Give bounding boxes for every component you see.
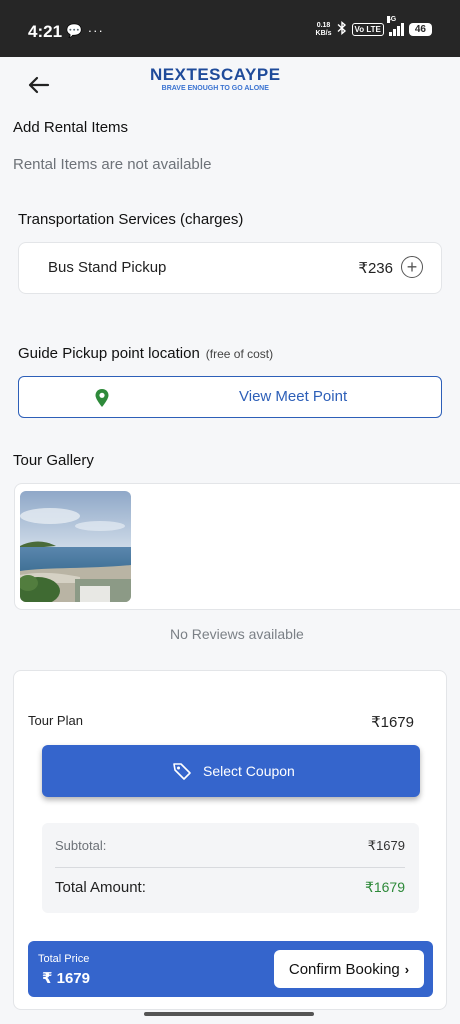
tag-icon xyxy=(173,763,191,780)
rental-empty-text: Rental Items are not available xyxy=(13,156,212,173)
transport-item-card: Bus Stand Pickup ₹236 + xyxy=(18,242,442,294)
transport-item-price: ₹236 xyxy=(358,260,393,277)
total-price-bar: Total Price ₹ 1679 Confirm Booking › xyxy=(28,941,433,997)
battery-icon: 46 xyxy=(408,23,432,36)
bluetooth-icon xyxy=(337,21,347,38)
transport-title: Transportation Services (charges) xyxy=(18,211,244,228)
tour-plan-price: ₹1679 xyxy=(371,714,414,731)
total-price-label: Total Price xyxy=(38,953,90,965)
status-right-group: 0.18 KB/s Vo LTE 4G 46 xyxy=(316,16,432,38)
total-amount-value: ₹1679 xyxy=(364,879,405,895)
app-header: NEXTESCAYPE BRAVE ENOUGH TO GO ALONE xyxy=(0,57,460,103)
totals-box: Subtotal: ₹1679 Total Amount: ₹1679 xyxy=(42,823,419,913)
transport-item-name: Bus Stand Pickup xyxy=(48,259,167,276)
brand-logo: NEXTESCAYPE BRAVE ENOUGH TO GO ALONE xyxy=(150,65,281,92)
select-coupon-button[interactable]: Select Coupon xyxy=(42,745,420,797)
beach-photo-image xyxy=(20,491,131,602)
guide-title: Guide Pickup point location xyxy=(18,345,200,362)
status-time: 4:21 xyxy=(28,22,63,41)
view-meet-point-label: View Meet Point xyxy=(239,388,348,405)
back-button[interactable] xyxy=(24,65,56,97)
gallery-title: Tour Gallery xyxy=(13,452,94,469)
gallery-photo[interactable] xyxy=(20,491,131,602)
booking-summary-card: Tour Plan ₹1679 Select Coupon Subtotal: … xyxy=(13,670,447,1010)
arrow-left-icon xyxy=(28,76,50,94)
volte-badge: Vo LTE xyxy=(351,23,384,36)
logo-subtitle: BRAVE ENOUGH TO GO ALONE xyxy=(161,85,269,92)
confirm-booking-button[interactable]: Confirm Booking › xyxy=(274,950,424,988)
plus-circle-icon: + xyxy=(406,257,418,277)
logo-title: NEXTESCAYPE xyxy=(150,65,281,84)
subtotal-label: Subtotal: xyxy=(55,838,107,853)
status-bar: 4:21 💬 ··· 0.18 KB/s Vo LTE 4G 46 xyxy=(0,0,460,57)
guide-note: (free of cost) xyxy=(205,347,274,361)
home-indicator[interactable] xyxy=(144,1012,314,1016)
network-speed: 0.18 KB/s xyxy=(316,22,332,38)
signal-icon: 4G xyxy=(386,16,404,36)
network-type: 4G xyxy=(386,16,397,23)
tour-plan-label: Tour Plan xyxy=(28,713,83,728)
chevron-right-icon: › xyxy=(404,961,410,977)
map-pin-icon xyxy=(95,389,109,407)
confirm-booking-label: Confirm Booking xyxy=(288,960,400,978)
no-reviews-text: No Reviews available xyxy=(170,626,304,642)
notification-icons: 💬 ··· xyxy=(66,23,104,38)
subtotal-value: ₹1679 xyxy=(367,838,405,853)
totals-divider xyxy=(55,867,405,868)
gallery-card xyxy=(14,483,460,610)
select-coupon-label: Select Coupon xyxy=(203,763,295,779)
rental-title: Add Rental Items xyxy=(13,119,129,136)
total-amount-label: Total Amount: xyxy=(55,879,146,896)
total-price-value: ₹ 1679 xyxy=(42,970,90,987)
network-speed-value: 0.18 xyxy=(316,21,331,29)
guide-title-row: Guide Pickup point location (free of cost… xyxy=(18,345,273,362)
add-transport-button[interactable]: + xyxy=(401,256,423,278)
network-speed-unit: KB/s xyxy=(315,29,332,37)
view-meet-point-button[interactable]: View Meet Point xyxy=(18,376,442,418)
